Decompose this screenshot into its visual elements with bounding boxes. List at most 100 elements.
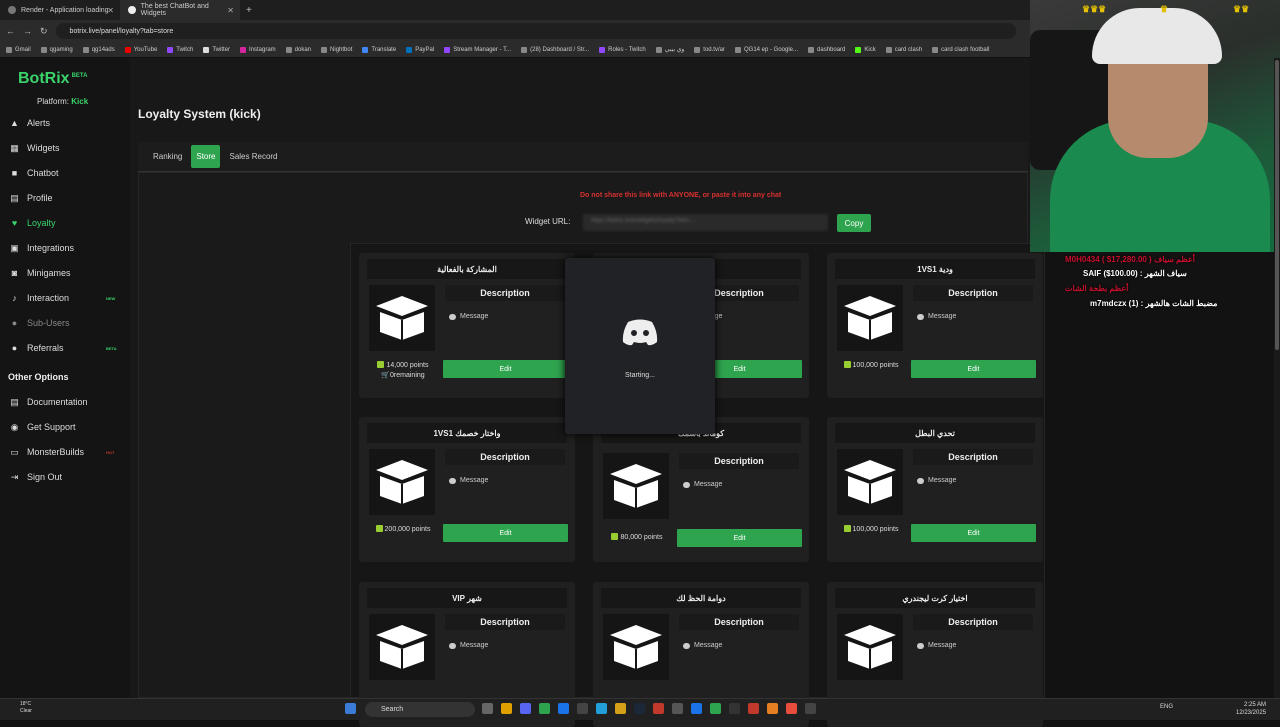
close-icon[interactable]: ✕ — [227, 6, 234, 15]
warning-text: Do not share this link with ANYONE, or p… — [580, 192, 782, 199]
clock[interactable]: 2:25 AM 12/23/2025 — [1236, 701, 1266, 717]
reload-icon[interactable]: ↻ — [40, 26, 48, 37]
file-explorer-icon[interactable] — [501, 703, 512, 714]
sidebar-item-label: Interaction — [27, 293, 70, 303]
bookmark[interactable]: qg14ads — [82, 46, 115, 53]
gamepad-icon: ◙ — [11, 267, 18, 278]
page-scrollbar[interactable] — [1274, 58, 1280, 698]
chrome-icon[interactable] — [539, 703, 550, 714]
discord-taskbar-icon[interactable] — [520, 703, 531, 714]
sidebar-item-minigames[interactable]: ◙ Minigames — [0, 265, 130, 281]
coin-icon — [377, 361, 385, 368]
windows-start-icon[interactable] — [345, 703, 356, 714]
app-icon[interactable] — [805, 703, 816, 714]
task-view-icon[interactable] — [482, 703, 493, 714]
youtube-icon — [124, 46, 131, 53]
app-icon[interactable] — [710, 703, 721, 714]
bookmark[interactable]: card clash — [885, 46, 922, 53]
edge-icon[interactable] — [558, 703, 569, 714]
back-icon[interactable]: ← — [6, 26, 15, 36]
sidebar-item-get-support[interactable]: ◉ Get Support — [0, 419, 130, 435]
sidebar-item-interaction[interactable]: ♪ Interaction NEW — [0, 290, 130, 306]
sidebar-item-chatbot[interactable]: ■ Chatbot — [0, 165, 130, 181]
app-icon[interactable] — [653, 703, 664, 714]
bookmark[interactable]: Translate — [362, 46, 396, 53]
edit-button[interactable]: Edit — [443, 524, 568, 542]
bookmark[interactable]: Gmail — [6, 46, 31, 53]
system-tray[interactable]: ENG — [1160, 704, 1173, 710]
sidebar-item-widgets[interactable]: ▦ Widgets — [0, 140, 130, 156]
sidebar-item-label: Profile — [27, 193, 53, 203]
bookmark[interactable]: YouTube — [124, 46, 157, 53]
sidebar-item-profile[interactable]: ▤ Profile — [0, 190, 130, 206]
browser-tab-active[interactable]: The best ChatBot and Widgets ✕ — [120, 0, 240, 20]
edit-button[interactable]: Edit — [911, 360, 1036, 378]
steam-icon[interactable] — [634, 703, 645, 714]
app-icon[interactable] — [729, 703, 740, 714]
chat-bubble-icon — [683, 481, 690, 488]
weather-widget[interactable]: 18°C Clear — [20, 701, 32, 715]
bookmark[interactable]: PayPal — [406, 46, 434, 53]
sidebar-item-integrations[interactable]: ▣ Integrations — [0, 240, 130, 256]
edit-button[interactable]: Edit — [911, 524, 1036, 542]
bookmark[interactable]: Instagram — [239, 46, 276, 53]
browser-tab[interactable]: Render - Application loading ✕ — [0, 0, 120, 20]
botrix-logo[interactable]: BotRix BETA — [18, 70, 87, 88]
edit-button[interactable]: Edit — [443, 360, 568, 378]
scrollbar-thumb[interactable] — [1275, 60, 1279, 350]
taskbar-search[interactable]: Search — [365, 702, 475, 717]
sidebar-item-alerts[interactable]: ▲ Alerts — [0, 115, 130, 131]
bookmark[interactable]: tod.tv/ar — [694, 46, 725, 53]
item-message-text: Message — [928, 477, 957, 484]
tab-store[interactable]: Store — [191, 145, 221, 168]
app-icon[interactable] — [577, 703, 588, 714]
coin-icon — [843, 361, 851, 368]
sidebar-item-monsterbuilds[interactable]: ▭ MonsterBuilds HOT — [0, 444, 130, 460]
sidebar-item-sign-out[interactable]: ⇥ Sign Out — [0, 469, 130, 485]
copy-button[interactable]: Copy — [837, 214, 871, 232]
bookmark[interactable]: (28) Dashboard / Str... — [521, 46, 589, 53]
bookmark[interactable]: وي بيبي — [655, 46, 684, 53]
sidebar-item-referrals[interactable]: ● Referrals BETA — [0, 340, 130, 356]
box-icon — [837, 285, 903, 351]
bookmark[interactable]: Twitter — [203, 46, 230, 53]
bookmark[interactable]: Stream Manager - T... — [444, 46, 511, 53]
box-icon — [369, 449, 435, 515]
bookmark[interactable]: qgaming — [40, 46, 73, 53]
bookmark[interactable]: dokan — [285, 46, 311, 53]
language-indicator[interactable]: ENG — [1160, 704, 1173, 710]
app-icon[interactable] — [748, 703, 759, 714]
app-icon[interactable] — [615, 703, 626, 714]
discord-loading-window: Starting... — [565, 258, 715, 434]
tab-sales-record[interactable]: Sales Record — [224, 145, 282, 168]
sidebar-item-sub-users[interactable]: ● Sub-Users — [0, 315, 130, 331]
app-icon[interactable] — [786, 703, 797, 714]
edit-button[interactable]: Edit — [677, 529, 802, 547]
bookmark[interactable]: dashboard — [808, 46, 845, 53]
sidebar-item-documentation[interactable]: ▤ Documentation — [0, 394, 130, 410]
bookmark[interactable]: Kick — [855, 46, 876, 53]
telegram-icon[interactable] — [596, 703, 607, 714]
app-icon[interactable] — [691, 703, 702, 714]
app-icon[interactable] — [672, 703, 683, 714]
bookmark[interactable]: Roles - Twitch — [599, 46, 646, 53]
forward-icon[interactable]: → — [23, 26, 32, 36]
item-message: Message — [449, 642, 488, 649]
bookmark[interactable]: card clash football — [932, 46, 989, 53]
sidebar-item-loyalty[interactable]: ♥ Loyalty — [0, 215, 130, 231]
app-icon[interactable] — [767, 703, 778, 714]
widget-url-field[interactable]: https://botrix.live/widgets/loyalty?bid=… — [583, 214, 828, 231]
new-tab-icon[interactable]: + — [246, 5, 252, 16]
bookmark[interactable]: Nightbot — [321, 46, 352, 53]
chat-icon: ■ — [11, 167, 18, 178]
url-input[interactable]: botrix.live/panel/loyalty?tab=store — [55, 23, 1016, 39]
close-icon[interactable]: ✕ — [107, 6, 114, 15]
bookmark[interactable]: Twitch — [167, 46, 193, 53]
bookmark-icon — [82, 46, 89, 53]
tab-ranking[interactable]: Ranking — [148, 145, 187, 168]
item-message-text: Message — [460, 642, 489, 649]
alert-icon: ▲ — [10, 117, 19, 128]
item-description-heading: Description — [913, 614, 1033, 630]
box-icon — [603, 614, 669, 680]
bookmark[interactable]: QG14 ep - Google... — [734, 46, 798, 53]
